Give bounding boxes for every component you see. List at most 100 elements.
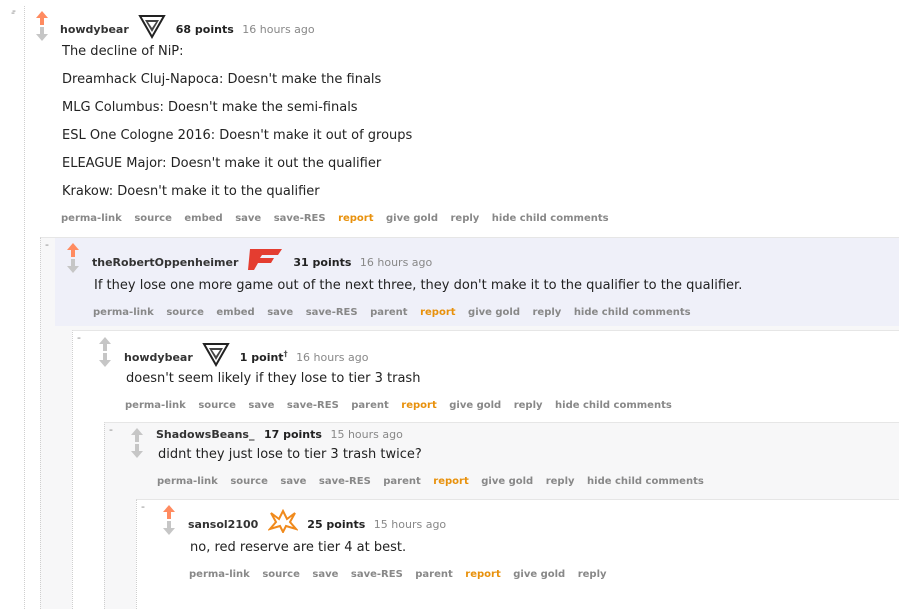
save-res-button[interactable]: save-RES (287, 400, 339, 411)
give-gold-button[interactable]: give gold (449, 400, 501, 411)
comment-header: sansol2100 25 points 15 hours ago (188, 508, 447, 535)
vote-controls (160, 504, 178, 536)
author-link[interactable]: sansol2100 (188, 518, 258, 531)
source-button[interactable]: source (230, 476, 268, 487)
score: 25 points (307, 518, 366, 531)
comment-header: theRobertOppenheimer 31 points 16 hours … (92, 249, 432, 270)
reply-button[interactable]: reply (533, 307, 562, 318)
report-button[interactable]: report (420, 307, 455, 318)
reply-button[interactable]: reply (578, 569, 607, 580)
virtus-pro-bear-icon (138, 13, 167, 44)
downvote-arrow-icon[interactable] (128, 443, 146, 459)
upvote-arrow-icon[interactable] (96, 336, 114, 352)
dagger-mark: † (283, 349, 288, 359)
save-button[interactable]: save (267, 307, 293, 318)
permalink-button[interactable]: perma-link (93, 307, 154, 318)
virtus-pro-bear-icon (202, 341, 231, 372)
permalink-button[interactable]: perma-link (125, 400, 186, 411)
source-button[interactable]: source (262, 569, 300, 580)
permalink-button[interactable]: perma-link (157, 476, 218, 487)
save-res-button[interactable]: save-RES (274, 213, 326, 224)
collapse-toggle[interactable]: - (141, 501, 145, 512)
score: 1 point† (239, 349, 288, 364)
comment-body-line: Dreamhack Cluj-Napoca: Doesn't make the … (62, 72, 382, 87)
report-button[interactable]: report (401, 400, 436, 411)
timestamp: 15 hours ago (373, 518, 447, 531)
reply-button[interactable]: reply (546, 476, 575, 487)
report-button[interactable]: report (433, 476, 468, 487)
upvote-arrow-icon[interactable] (33, 10, 51, 26)
author-link[interactable]: howdybear (124, 351, 193, 364)
author-link[interactable]: ShadowsBeans_ (156, 428, 254, 441)
save-button[interactable]: save (235, 213, 261, 224)
hide-child-comments-button[interactable]: hide child comments (555, 400, 672, 411)
faze-logo-icon (247, 247, 284, 276)
save-res-button[interactable]: save-RES (351, 569, 403, 580)
timestamp: 16 hours ago (296, 351, 369, 364)
parent-button[interactable]: parent (383, 476, 421, 487)
hide-child-comments-button[interactable]: hide child comments (492, 213, 609, 224)
vote-controls (33, 10, 51, 42)
comment-buttons: perma-link source embed save save-RES pa… (93, 307, 700, 318)
comment-buttons: perma-link source save save-RES parent r… (189, 569, 616, 580)
parent-button[interactable]: parent (370, 307, 408, 318)
timestamp: 15 hours ago (330, 428, 403, 441)
vote-controls (64, 242, 82, 274)
give-gold-button[interactable]: give gold (513, 569, 565, 580)
save-res-button[interactable]: save-RES (319, 476, 371, 487)
save-res-button[interactable]: save-RES (306, 307, 358, 318)
downvote-arrow-icon[interactable] (160, 520, 178, 536)
downvote-arrow-icon[interactable] (96, 352, 114, 368)
save-button[interactable]: save (248, 400, 274, 411)
report-button[interactable]: report (338, 213, 373, 224)
comment-body-line: Krakow: Doesn't make it to the qualifier (62, 184, 320, 199)
comment-header: howdybear 1 point† 16 hours ago (124, 343, 368, 368)
hide-child-comments-button[interactable]: hide child comments (587, 476, 704, 487)
comment-buttons: perma-link source embed save save-RES re… (61, 213, 618, 224)
comment-header: ShadowsBeans_ 17 points 15 hours ago (156, 427, 403, 443)
source-button[interactable]: source (166, 307, 204, 318)
source-button[interactable]: source (134, 213, 172, 224)
downvote-arrow-icon[interactable] (64, 258, 82, 274)
collapse-toggle[interactable]: - (77, 332, 81, 343)
comment-5: - sansol2100 25 points 15 hours ago no, … (136, 499, 899, 609)
score: 31 points (293, 256, 352, 269)
embed-button[interactable]: embed (184, 213, 222, 224)
report-button[interactable]: report (465, 569, 500, 580)
save-button[interactable]: save (280, 476, 306, 487)
upvote-arrow-icon[interactable] (128, 427, 146, 443)
collapse-toggle[interactable]: - (109, 424, 113, 435)
collapse-toggle[interactable]: - (12, 4, 16, 17)
vote-controls (96, 336, 114, 368)
embed-button[interactable]: embed (216, 307, 254, 318)
comment-body-line: didnt they just lose to tier 3 trash twi… (158, 447, 422, 462)
source-button[interactable]: source (198, 400, 236, 411)
score: 17 points (263, 428, 322, 441)
comment-body-line: no, red reserve are tier 4 at best. (190, 540, 407, 555)
give-gold-button[interactable]: give gold (468, 307, 520, 318)
permalink-button[interactable]: perma-link (61, 213, 122, 224)
downvote-arrow-icon[interactable] (33, 26, 51, 42)
score: 68 points (175, 23, 234, 36)
author-link[interactable]: theRobertOppenheimer (92, 256, 238, 269)
upvote-arrow-icon[interactable] (64, 242, 82, 258)
timestamp: 16 hours ago (242, 23, 315, 36)
reply-button[interactable]: reply (450, 213, 479, 224)
comment-body-line: doesn't seem likely if they lose to tier… (126, 371, 421, 386)
permalink-button[interactable]: perma-link (189, 569, 250, 580)
hide-child-comments-button[interactable]: hide child comments (574, 307, 691, 318)
comment-body-line: ELEAGUE Major: Doesn't make it out the q… (62, 156, 382, 171)
comment-body-line: MLG Columbus: Doesn't make the semi-fina… (62, 100, 358, 115)
vote-controls (128, 427, 146, 459)
collapse-toggle[interactable]: - (45, 239, 49, 250)
comment-body-line: ESL One Cologne 2016: Doesn't make it ou… (62, 128, 413, 143)
author-link[interactable]: howdybear (60, 23, 129, 36)
save-button[interactable]: save (312, 569, 338, 580)
parent-button[interactable]: parent (351, 400, 389, 411)
parent-button[interactable]: parent (415, 569, 453, 580)
upvote-arrow-icon[interactable] (160, 504, 178, 520)
reply-button[interactable]: reply (514, 400, 543, 411)
give-gold-button[interactable]: give gold (386, 213, 438, 224)
give-gold-button[interactable]: give gold (481, 476, 533, 487)
score-value: 1 point (239, 351, 284, 364)
